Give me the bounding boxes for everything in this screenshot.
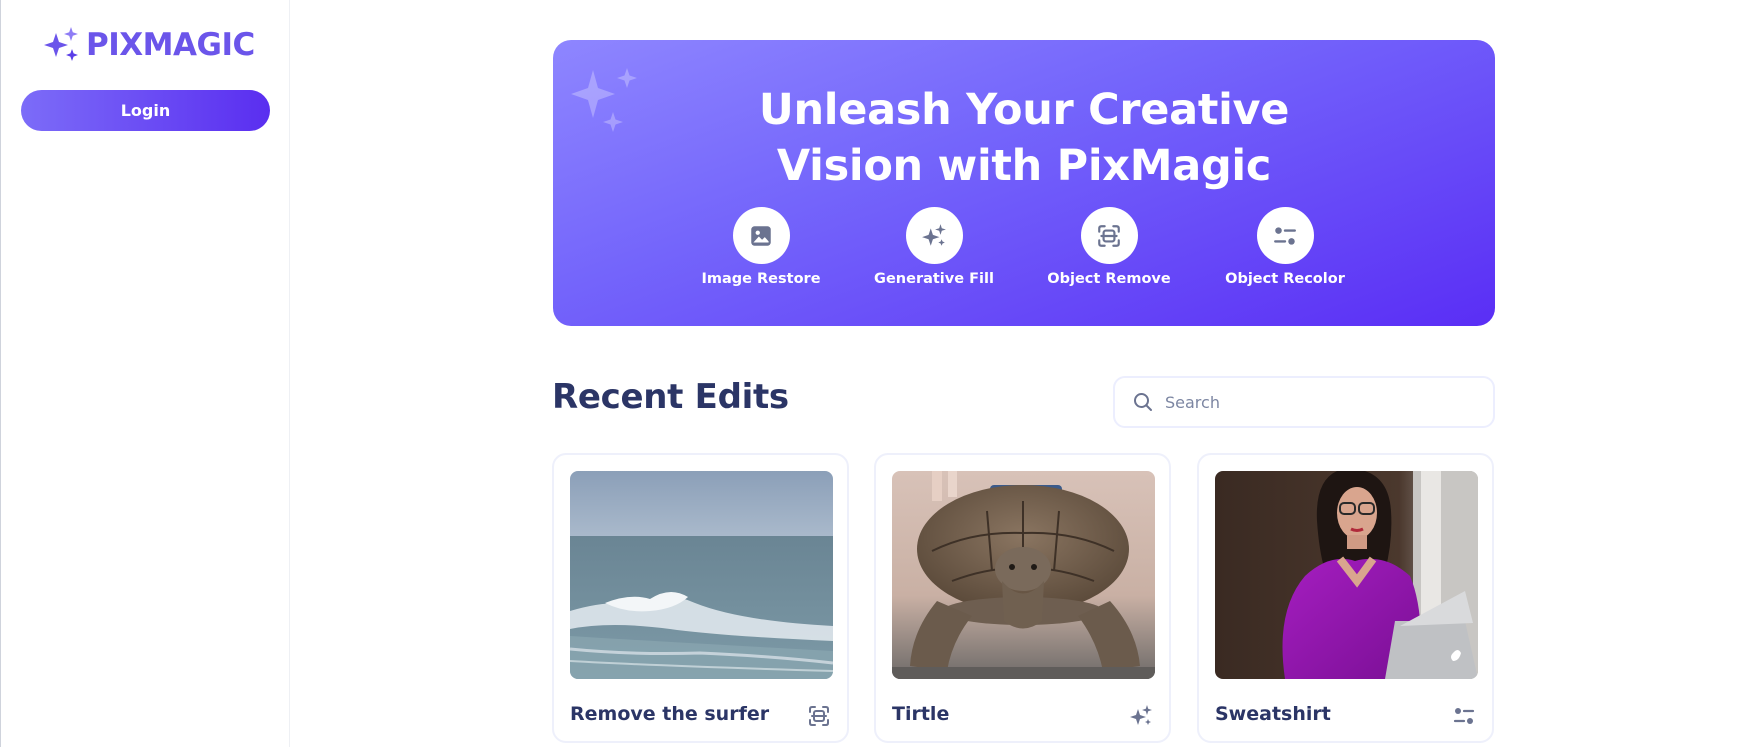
sparkles-icon[interactable] xyxy=(1129,704,1153,728)
card-title: Remove the surfer xyxy=(570,703,770,725)
hero-title-line-2: Vision with PixMagic xyxy=(776,141,1272,191)
login-button[interactable]: Login xyxy=(21,90,270,131)
search-icon xyxy=(1134,393,1152,411)
feature-generative-fill-label: Generative Fill xyxy=(874,271,994,287)
feature-object-recolor-circle[interactable] xyxy=(1256,207,1314,264)
hero-banner: Unleash Your Creative Vision with PixMag… xyxy=(553,40,1495,326)
edit-card[interactable]: Remove the surfer xyxy=(552,453,849,743)
feature-list: Image Restore Generative Fill Object Rem… xyxy=(553,207,1495,297)
card-title: Tirtle xyxy=(892,703,950,725)
image-icon xyxy=(751,225,771,246)
sliders-icon xyxy=(1274,226,1296,245)
feature-generative-fill-circle[interactable] xyxy=(905,207,963,264)
edit-card[interactable]: Tirtle xyxy=(874,453,1171,743)
feature-object-recolor-label: Object Recolor xyxy=(1225,271,1345,287)
brand-logo[interactable]: PIXMAGIC xyxy=(42,26,255,64)
hero-title: Unleash Your Creative Vision with PixMag… xyxy=(553,82,1495,194)
tortoise-image xyxy=(892,471,1155,679)
sparkles-logo-icon xyxy=(44,27,78,61)
feature-object-remove-label: Object Remove xyxy=(1047,271,1171,287)
brand-name: PIXMAGIC xyxy=(86,27,255,63)
feature-image-restore[interactable]: Image Restore xyxy=(681,207,841,287)
woman-purple-sweater-image xyxy=(1215,471,1478,679)
feature-image-restore-label: Image Restore xyxy=(701,271,821,287)
feature-generative-fill[interactable]: Generative Fill xyxy=(854,207,1014,287)
sliders-icon[interactable] xyxy=(1452,704,1476,728)
card-thumbnail-tortoise[interactable] xyxy=(892,471,1155,679)
scan-icon xyxy=(1098,224,1120,247)
app-window: PIXMAGIC Login Unleash Your Creative Vis… xyxy=(0,0,1758,747)
scan-icon[interactable] xyxy=(807,704,831,728)
feature-object-recolor[interactable]: Object Recolor xyxy=(1205,207,1365,287)
card-thumbnail-ocean-wave[interactable] xyxy=(570,471,833,679)
edit-card[interactable]: Sweatshirt xyxy=(1197,453,1494,743)
hero-title-line-1: Unleash Your Creative xyxy=(758,85,1290,135)
feature-object-remove-circle[interactable] xyxy=(1080,207,1138,264)
search-box[interactable] xyxy=(1113,376,1495,428)
sidebar: PIXMAGIC Login xyxy=(1,0,290,747)
recent-edits-title: Recent Edits xyxy=(552,377,789,417)
feature-object-remove[interactable]: Object Remove xyxy=(1029,207,1189,287)
feature-image-restore-circle[interactable] xyxy=(732,207,790,264)
card-title: Sweatshirt xyxy=(1215,703,1331,725)
search-input[interactable] xyxy=(1165,392,1465,412)
card-thumbnail-woman-purple-sweater[interactable] xyxy=(1215,471,1478,679)
ocean-wave-image xyxy=(570,471,833,679)
sparkles-icon xyxy=(922,223,946,246)
